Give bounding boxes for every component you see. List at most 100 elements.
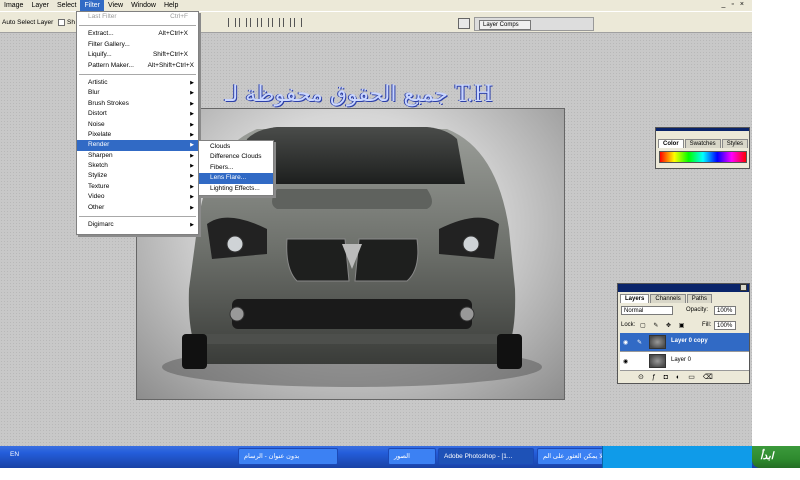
align-right-icon[interactable] <box>250 18 258 27</box>
window-controls: _ ▫ × <box>722 1 744 8</box>
effects-icon[interactable]: ƒ <box>652 374 664 381</box>
menu-window[interactable]: Window <box>127 0 160 11</box>
palette-well: Layer Comps <box>474 17 594 31</box>
tab-paths[interactable]: Paths <box>686 294 713 303</box>
watermark-text: جميع الحقوق محفوظة لـ T.H <box>225 82 493 107</box>
menu-separator <box>79 73 196 75</box>
menu-item-texture[interactable]: Texture ▶ <box>77 182 198 192</box>
menu-item-stylize[interactable]: Stylize ▶ <box>77 171 198 181</box>
system-tray <box>602 446 752 468</box>
menu-item-blur[interactable]: Blur ▶ <box>77 88 198 98</box>
menu-item-pattern-maker[interactable]: Pattern Maker... Alt+Shift+Ctrl+X <box>77 61 198 71</box>
filter-menu: Last Filter Ctrl+F Extract... Alt+Ctrl+X F… <box>76 11 199 235</box>
menu-layer[interactable]: Layer <box>27 0 53 11</box>
distribute-top-icon[interactable] <box>261 18 269 27</box>
menu-item-other[interactable]: Other ▶ <box>77 203 198 213</box>
menu-help[interactable]: Help <box>160 0 182 11</box>
show-bounding-box-checkbox[interactable] <box>58 19 65 26</box>
menu-item-artistic[interactable]: Artistic ▶ <box>77 78 198 88</box>
taskbar-button[interactable]: الصور <box>388 448 436 465</box>
opacity-input[interactable]: 100% <box>714 306 736 315</box>
color-panel-tabs: Color Swatches Styles <box>658 139 749 148</box>
menu-separator <box>79 216 196 218</box>
align-icons <box>228 18 302 27</box>
menu-item-sketch[interactable]: Sketch ▶ <box>77 161 198 171</box>
layer-row[interactable]: ◉ Layer 0 <box>620 352 749 371</box>
distribute-center-icon[interactable] <box>272 18 280 27</box>
taskbar-button[interactable]: Adobe Photoshop - [1... <box>438 448 534 465</box>
mask-icon[interactable]: ◘ <box>664 374 676 381</box>
menu-item-extract[interactable]: Extract... Alt+Ctrl+X <box>77 29 198 39</box>
language-indicator[interactable]: EN <box>10 451 19 458</box>
menubar: Image Layer Select Filter View Window He… <box>0 0 752 11</box>
tab-styles[interactable]: Styles <box>721 139 749 148</box>
layer-row[interactable]: ◉ ✎ Layer 0 copy <box>620 333 749 352</box>
taskbar: EN بدون عنوان - الرسام الصور Adobe Photo… <box>0 446 800 468</box>
auto-select-label: Auto Select Layer <box>2 19 54 26</box>
align-center-icon[interactable] <box>239 18 247 27</box>
adjustment-icon[interactable]: ◐ <box>676 374 688 381</box>
photoshop-window: Image Layer Select Filter View Window He… <box>0 0 752 446</box>
layer-thumbnail <box>649 335 666 349</box>
taskbar-button[interactable]: بدون عنوان - الرسام <box>238 448 338 465</box>
distribute-bottom-icon[interactable] <box>283 18 291 27</box>
menu-select[interactable]: Select <box>53 0 80 11</box>
menu-item-distort[interactable]: Distort ▶ <box>77 109 198 119</box>
menu-separator <box>79 25 196 27</box>
start-button[interactable]: ابدأ <box>752 446 800 468</box>
tab-color[interactable]: Color <box>658 139 684 148</box>
menu-item-brush-strokes[interactable]: Brush Strokes ▶ <box>77 99 198 109</box>
new-layer-icon[interactable]: ▭ <box>688 374 703 381</box>
delete-layer-icon[interactable]: ⌫ <box>703 374 721 381</box>
layer-thumbnail <box>649 354 666 368</box>
menu-image[interactable]: Image <box>0 0 27 11</box>
link-icon[interactable]: ⊙ <box>638 374 652 381</box>
menu-filter[interactable]: Filter <box>80 0 105 11</box>
menu-item-difference-clouds[interactable]: Difference Clouds <box>199 152 273 162</box>
eye-icon[interactable]: ◉ <box>623 358 630 365</box>
menu-item-last-filter: Last Filter Ctrl+F <box>88 13 188 20</box>
menu-item-pixelate[interactable]: Pixelate ▶ <box>77 130 198 140</box>
lock-icons[interactable]: ▢ ✎ ✥ ▣ <box>640 322 687 329</box>
menu-item-fibers[interactable]: Fibers... <box>199 163 273 173</box>
layers-panel: Layers Channels Paths Normal Opacity: 10… <box>617 283 750 384</box>
eye-icon[interactable]: ◉ <box>623 339 630 346</box>
layers-panel-tabs: Layers Channels Paths <box>620 294 713 303</box>
tab-channels[interactable]: Channels <box>650 294 686 303</box>
minimize-button[interactable]: _ <box>722 1 726 8</box>
distribute-left-icon[interactable] <box>294 18 302 27</box>
menu-item-render[interactable]: Render ▶ <box>77 140 198 151</box>
menu-item-lighting-effects[interactable]: Lighting Effects... <box>199 184 273 194</box>
tab-swatches[interactable]: Swatches <box>684 139 721 148</box>
bottom-strip <box>0 468 800 480</box>
menu-item-digimarc[interactable]: Digimarc ▶ <box>77 220 198 230</box>
brush-icon: ✎ <box>637 340 643 346</box>
desktop-strip <box>752 0 800 446</box>
file-browser-icon[interactable] <box>458 18 470 29</box>
menu-view[interactable]: View <box>104 0 127 11</box>
opacity-label: Opacity: <box>686 307 709 313</box>
blend-mode-select[interactable]: Normal <box>621 306 673 315</box>
lock-label: Lock: <box>621 322 636 328</box>
menu-item-sharpen[interactable]: Sharpen ▶ <box>77 151 198 161</box>
layer-comps-tab[interactable]: Layer Comps <box>479 20 531 30</box>
layers-footer: ⊙ƒ◘◐▭⌫ <box>620 373 748 383</box>
align-left-icon[interactable] <box>228 18 236 27</box>
menu-item-liquify[interactable]: Liquify... Shift+Ctrl+X <box>77 50 198 60</box>
render-submenu: Clouds Difference Clouds Fibers... Lens … <box>198 140 274 196</box>
fill-input[interactable]: 100% <box>714 321 736 330</box>
menu-item-noise[interactable]: Noise ▶ <box>77 120 198 130</box>
restore-button[interactable]: ▫ <box>731 1 733 8</box>
layer-name: Layer 0 copy <box>671 338 708 344</box>
color-ramp[interactable] <box>659 151 747 163</box>
menu-item-filter-gallery[interactable]: Filter Gallery... <box>77 40 198 50</box>
layer-name: Layer 0 <box>671 357 692 363</box>
menu-item-video[interactable]: Video ▶ <box>77 192 198 202</box>
close-button[interactable]: × <box>740 1 744 8</box>
panel-close-icon[interactable] <box>740 284 747 291</box>
menu-item-lens-flare[interactable]: Lens Flare... <box>199 173 273 184</box>
show-label: Sh <box>67 19 75 26</box>
tab-layers[interactable]: Layers <box>620 294 650 303</box>
menu-item-clouds[interactable]: Clouds <box>199 142 273 152</box>
color-panel: Color Swatches Styles <box>655 127 750 169</box>
